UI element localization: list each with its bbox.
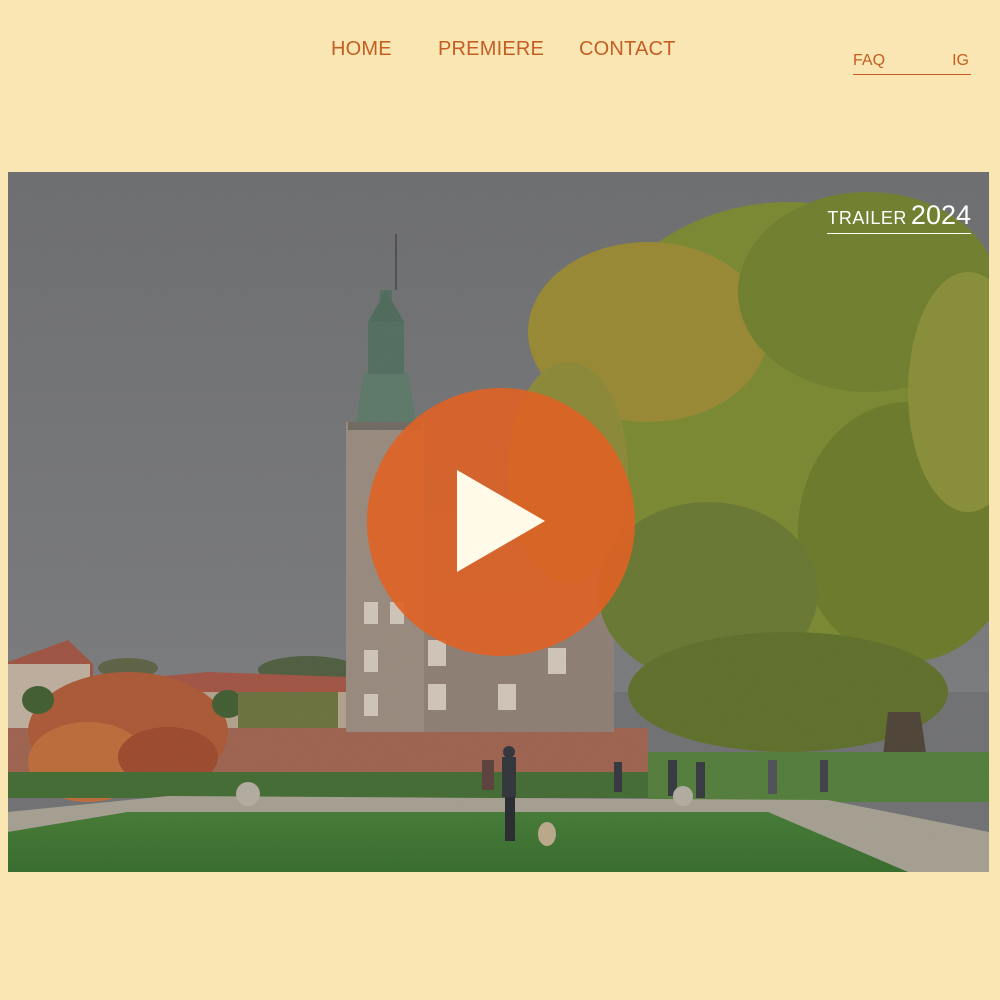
nav-premiere-link[interactable]: PREMIERE bbox=[438, 38, 544, 61]
instagram-link[interactable]: IG bbox=[952, 52, 969, 70]
main-nav: HOME PREMIERE CONTACT bbox=[0, 38, 1000, 68]
play-button[interactable] bbox=[367, 388, 635, 656]
play-icon bbox=[457, 470, 545, 572]
trailer-label: TRAILER bbox=[827, 208, 907, 228]
trailer-video[interactable]: TRAILER 2024 bbox=[8, 172, 989, 872]
faq-link[interactable]: FAQ bbox=[853, 52, 885, 70]
secondary-links: FAQ IG bbox=[853, 52, 971, 75]
nav-contact-link[interactable]: CONTACT bbox=[579, 38, 676, 61]
trailer-year: 2024 bbox=[910, 200, 971, 230]
trailer-badge: TRAILER 2024 bbox=[827, 200, 971, 234]
nav-home-link[interactable]: HOME bbox=[331, 38, 392, 61]
